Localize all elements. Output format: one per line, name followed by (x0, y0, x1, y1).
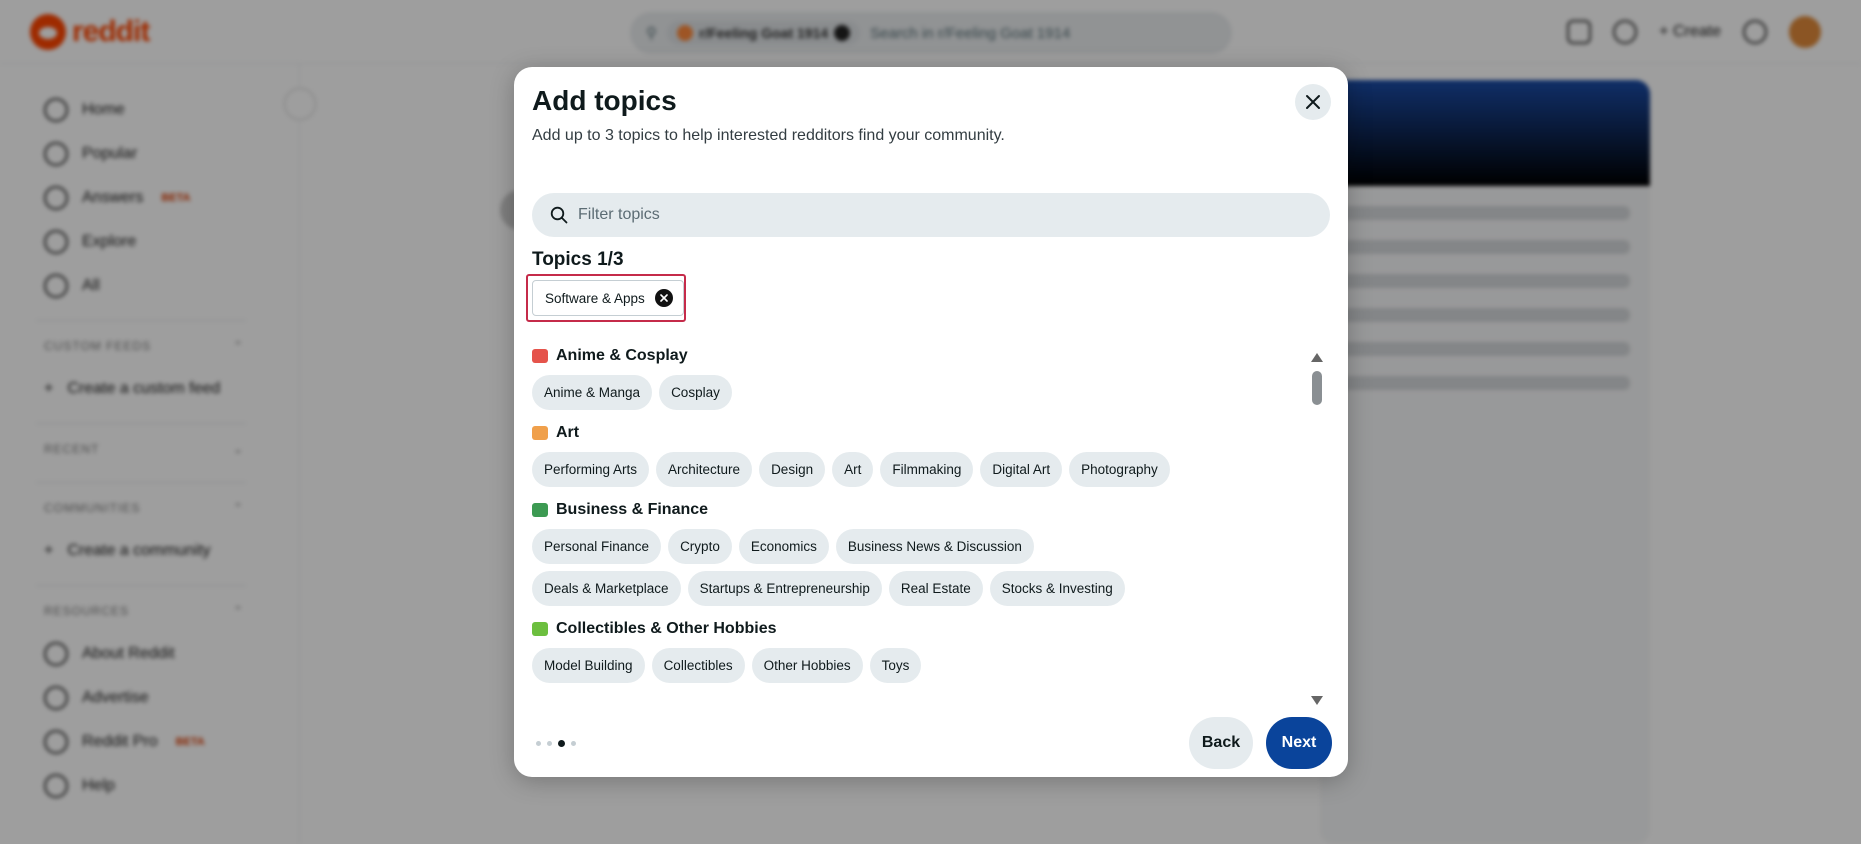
filter-topics-field[interactable] (532, 193, 1330, 237)
topic-chip[interactable]: Model Building (532, 648, 645, 683)
topic-category-list[interactable]: Anime & Cosplay Anime & Manga Cosplay Ar… (532, 345, 1324, 713)
selected-topics: Software & Apps (526, 274, 686, 322)
category-header: Art (532, 422, 1324, 444)
close-button[interactable] (1295, 84, 1331, 120)
topic-chip[interactable]: Economics (738, 529, 829, 564)
close-icon (1306, 95, 1320, 109)
topic-chip[interactable]: Other Hobbies (751, 648, 863, 683)
dialog-subtitle: Add up to 3 topics to help interested re… (532, 127, 1005, 144)
puzzle-emoji-icon (532, 622, 548, 636)
selected-topic-label: Software & Apps (545, 290, 645, 306)
topic-chips: Model Building Collectibles Other Hobbie… (532, 648, 1172, 683)
category-collectibles-hobbies: Collectibles & Other Hobbies Model Build… (532, 618, 1324, 683)
topic-chip[interactable]: Stocks & Investing (989, 571, 1125, 606)
topic-chip[interactable]: Collectibles (651, 648, 745, 683)
step-dot-active (558, 740, 565, 747)
category-name: Art (556, 424, 580, 441)
topic-chip[interactable]: Architecture (656, 452, 753, 487)
topics-count: Topics 1/3 (532, 249, 624, 270)
topic-chip[interactable]: Art (832, 452, 874, 487)
artist-emoji-icon (532, 426, 548, 440)
topic-chip[interactable]: Photography (1069, 452, 1170, 487)
category-name: Collectibles & Other Hobbies (556, 620, 777, 637)
topic-chip[interactable]: Startups & Entrepreneurship (687, 571, 882, 606)
topic-chip[interactable]: Real Estate (888, 571, 983, 606)
topic-chip[interactable]: Performing Arts (532, 452, 650, 487)
books-emoji-icon (532, 349, 548, 363)
back-button[interactable]: Back (1189, 717, 1253, 769)
category-name: Anime & Cosplay (556, 347, 688, 364)
category-business-finance: Business & Finance Personal Finance Cryp… (532, 499, 1324, 606)
topic-chip[interactable]: Filmmaking (880, 452, 974, 487)
topic-chips: Performing Arts Architecture Design Art … (532, 452, 1172, 487)
scrollbar-thumb[interactable] (1312, 371, 1322, 405)
topic-chip[interactable]: Digital Art (980, 452, 1063, 487)
category-header: Anime & Cosplay (532, 345, 1324, 367)
scroll-down-arrow-icon[interactable] (1311, 696, 1323, 705)
dialog-title: Add topics (532, 85, 677, 116)
next-button[interactable]: Next (1266, 717, 1332, 769)
topic-chip[interactable]: Anime & Manga (532, 375, 653, 410)
selected-topic-chip: Software & Apps (532, 280, 684, 316)
search-icon (550, 206, 568, 224)
filter-topics-input[interactable] (578, 206, 1278, 224)
category-art: Art Performing Arts Architecture Design … (532, 422, 1324, 487)
category-header: Business & Finance (532, 499, 1324, 521)
money-emoji-icon (532, 503, 548, 517)
topic-list-scrollbar[interactable] (1310, 353, 1324, 705)
topic-chips: Personal Finance Crypto Economics Busine… (532, 529, 1172, 606)
category-header: Collectibles & Other Hobbies (532, 618, 1324, 640)
topic-chip[interactable]: Deals & Marketplace (532, 571, 681, 606)
topic-chip[interactable]: Personal Finance (532, 529, 662, 564)
topic-chip[interactable]: Business News & Discussion (835, 529, 1034, 564)
category-name: Business & Finance (556, 501, 709, 518)
close-icon (660, 294, 668, 302)
topic-chip[interactable]: Crypto (668, 529, 732, 564)
add-topics-dialog: Add topics Add up to 3 topics to help in… (514, 67, 1348, 777)
scroll-up-arrow-icon[interactable] (1311, 353, 1323, 362)
topic-chips: Anime & Manga Cosplay (532, 375, 1172, 410)
remove-topic-button[interactable] (654, 289, 673, 307)
step-dot (571, 741, 576, 746)
step-dot (547, 741, 552, 746)
step-indicator (536, 740, 576, 747)
topic-chip[interactable]: Toys (869, 648, 922, 683)
category-anime-cosplay: Anime & Cosplay Anime & Manga Cosplay (532, 345, 1324, 410)
topic-chip[interactable]: Cosplay (659, 375, 732, 410)
step-dot (536, 741, 541, 746)
topic-chip[interactable]: Design (759, 452, 826, 487)
